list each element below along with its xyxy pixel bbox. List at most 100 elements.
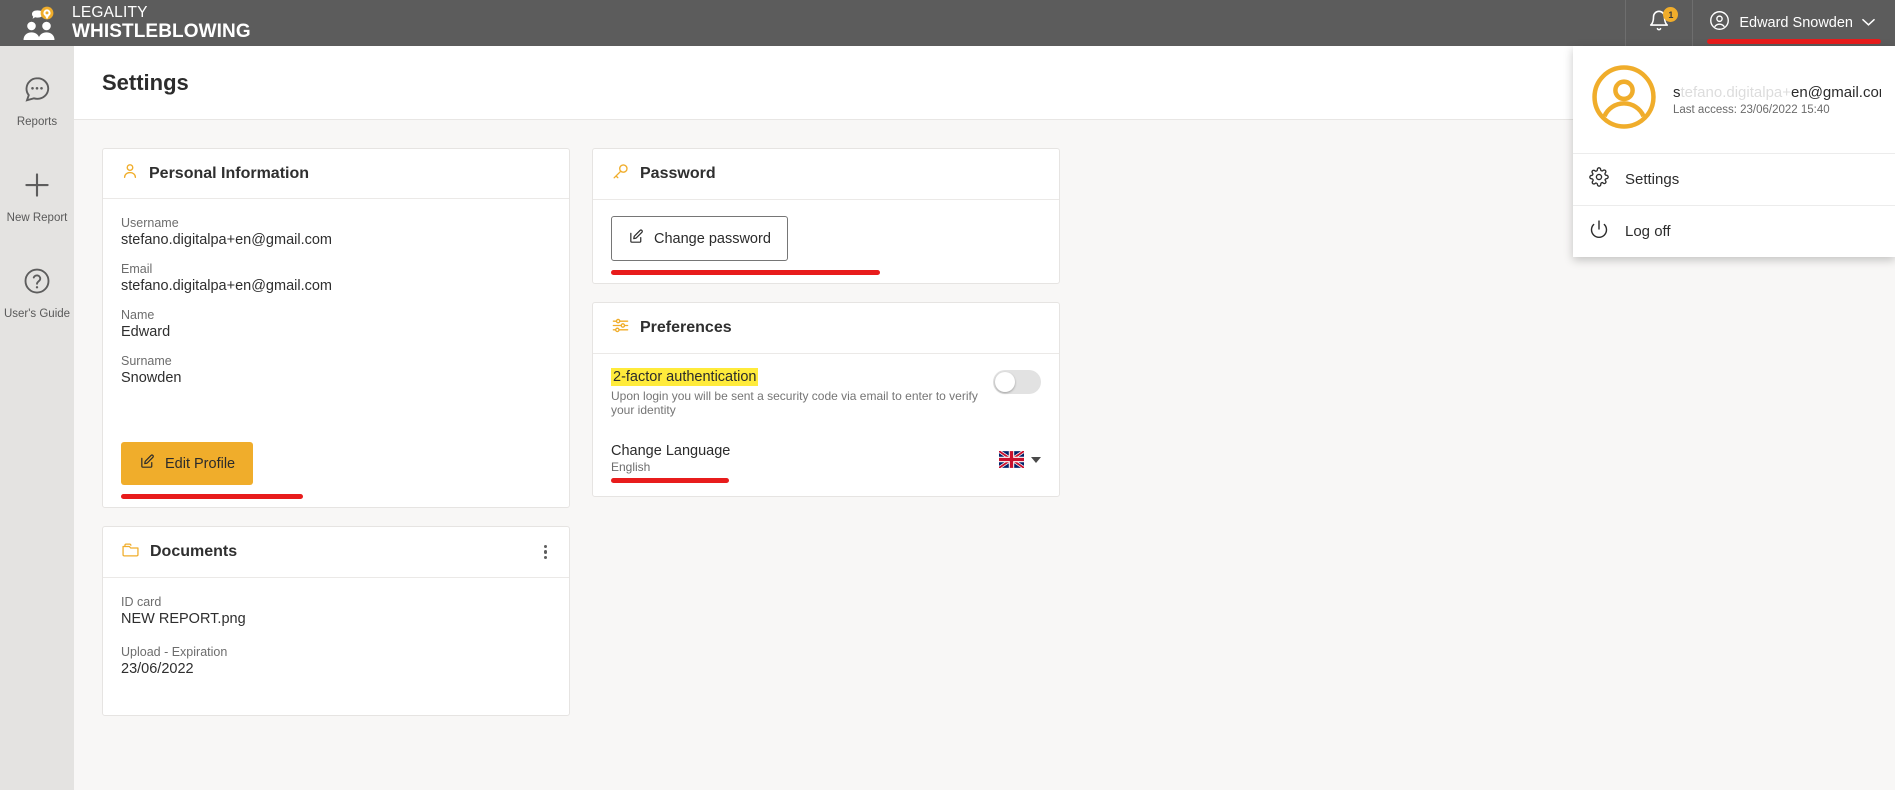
sidebar-label-users-guide: User's Guide xyxy=(3,308,71,320)
chevron-down-icon xyxy=(1862,14,1875,32)
user-name-label: Edward Snowden xyxy=(1739,15,1853,31)
notification-badge: 1 xyxy=(1663,7,1679,22)
edit-profile-label: Edit Profile xyxy=(165,455,236,472)
logo-line-2: WHISTLEBLOWING xyxy=(72,20,251,42)
email-start: s xyxy=(1673,83,1681,101)
documents-card: Documents ID card NEW REPORT.png Upload … xyxy=(102,526,570,716)
field-label-username: Username xyxy=(121,216,179,230)
sidebar-item-reports[interactable]: Reports xyxy=(0,46,74,134)
two-factor-text: 2-factor authentication Upon login you w… xyxy=(611,368,993,417)
page-title: Settings xyxy=(102,69,189,95)
change-language-label: Change Language xyxy=(611,443,731,459)
folder-icon xyxy=(121,540,140,564)
two-factor-label: 2-factor authentication xyxy=(611,368,759,386)
logo-mark-icon xyxy=(22,5,68,41)
top-header: LEGALITY WHISTLEBLOWING 1 Edward Snowden xyxy=(0,0,1895,46)
dropdown-item-settings[interactable]: Settings xyxy=(1573,153,1895,205)
dropdown-user-email: stefano.digitalpa+en@gmail.com xyxy=(1673,84,1881,101)
sidebar-label-reports: Reports xyxy=(16,116,58,128)
dropdown-user-summary: stefano.digitalpa+en@gmail.com Last acce… xyxy=(1573,46,1895,153)
chevron-down-icon xyxy=(1031,456,1041,463)
password-card: Password Change password xyxy=(592,148,1060,284)
header-right-group: 1 Edward Snowden xyxy=(1625,0,1895,46)
field-value-name: Edward xyxy=(121,324,171,340)
sliders-icon xyxy=(611,316,630,340)
field-name: Name Edward xyxy=(121,308,551,340)
person-icon xyxy=(121,162,139,185)
notifications-button[interactable]: 1 xyxy=(1626,0,1692,46)
field-label-surname: Surname xyxy=(121,354,172,368)
email-faded-part: tefano.digitalpa+ xyxy=(1680,83,1792,101)
field-value-surname: Snowden xyxy=(121,370,182,386)
change-language-row: Change Language English xyxy=(593,425,1059,496)
left-sidebar: Reports New Report User's Guide xyxy=(0,46,74,790)
user-menu-button[interactable]: Edward Snowden xyxy=(1693,0,1895,46)
personal-information-title: Personal Information xyxy=(149,164,310,182)
personal-information-body: Username stefano.digitalpa+en@gmail.com … xyxy=(103,199,569,507)
email-end: en@gmail.com xyxy=(1791,83,1881,101)
field-upload-expiration: Upload - Expiration 23/06/2022 xyxy=(121,645,551,677)
field-value-email: stefano.digitalpa+en@gmail.com xyxy=(121,278,332,294)
change-password-row: Change password xyxy=(611,216,880,275)
power-icon xyxy=(1589,219,1609,244)
change-language-value: English xyxy=(611,460,651,474)
avatar xyxy=(1589,62,1659,137)
pencil-square-icon xyxy=(139,453,156,474)
sidebar-item-users-guide[interactable]: User's Guide xyxy=(0,230,74,326)
dropdown-label-settings: Settings xyxy=(1625,171,1680,188)
chat-bubble-icon xyxy=(22,74,52,109)
uk-flag-icon xyxy=(998,449,1025,470)
field-id-card: ID card NEW REPORT.png xyxy=(121,595,551,627)
app-root: LEGALITY WHISTLEBLOWING 1 Edward Snowden… xyxy=(0,0,1895,790)
gear-icon xyxy=(1589,167,1609,192)
language-selector[interactable] xyxy=(998,449,1041,470)
change-language-text: Change Language English xyxy=(611,443,999,483)
documents-body: ID card NEW REPORT.png Upload - Expirati… xyxy=(103,578,569,715)
preferences-card: Preferences 2-factor authentication Upon… xyxy=(592,302,1060,497)
documents-header: Documents xyxy=(103,527,569,578)
sidebar-item-new-report[interactable]: New Report xyxy=(0,134,74,230)
field-surname: Surname Snowden xyxy=(121,354,551,386)
password-title: Password xyxy=(640,165,716,182)
dropdown-label-logoff: Log off xyxy=(1625,223,1671,240)
change-password-button[interactable]: Change password xyxy=(611,216,788,261)
field-value-id-card: NEW REPORT.png xyxy=(121,611,246,627)
app-logo[interactable]: LEGALITY WHISTLEBLOWING xyxy=(22,5,251,41)
user-dropdown-panel: stefano.digitalpa+en@gmail.com Last acce… xyxy=(1573,46,1895,257)
dropdown-last-access: Last access: 23/06/2022 15:40 xyxy=(1673,103,1830,116)
key-icon xyxy=(611,162,630,186)
password-body: Change password xyxy=(593,200,1059,283)
change-password-highlight xyxy=(611,270,880,275)
personal-information-card: Personal Information Username stefano.di… xyxy=(102,148,570,508)
plus-icon xyxy=(22,170,52,205)
left-column: Personal Information Username stefano.di… xyxy=(102,148,570,734)
preferences-header: Preferences xyxy=(593,303,1059,354)
two-factor-toggle[interactable] xyxy=(993,370,1041,394)
question-circle-icon xyxy=(22,266,52,301)
field-email: Email stefano.digitalpa+en@gmail.com xyxy=(121,262,551,294)
field-label-upload-expiration: Upload - Expiration xyxy=(121,645,228,659)
sidebar-label-new-report: New Report xyxy=(6,212,68,224)
toggle-knob xyxy=(995,372,1015,392)
field-label-id-card: ID card xyxy=(121,595,162,609)
pencil-square-icon xyxy=(628,228,645,249)
field-username: Username stefano.digitalpa+en@gmail.com xyxy=(121,216,551,248)
two-factor-description: Upon login you will be sent a security c… xyxy=(611,389,978,417)
edit-profile-button[interactable]: Edit Profile xyxy=(121,442,254,485)
change-language-highlight xyxy=(611,478,729,483)
field-label-email: Email xyxy=(121,262,153,276)
personal-information-header: Personal Information xyxy=(103,149,569,199)
field-value-upload-expiration: 23/06/2022 xyxy=(121,661,194,677)
field-value-username: stefano.digitalpa+en@gmail.com xyxy=(121,232,332,248)
dropdown-user-text: stefano.digitalpa+en@gmail.com Last acce… xyxy=(1659,84,1881,116)
user-circle-icon xyxy=(1709,10,1730,36)
dropdown-item-logoff[interactable]: Log off xyxy=(1573,205,1895,257)
edit-profile-highlight xyxy=(121,494,304,499)
documents-kebab-menu-icon[interactable] xyxy=(540,543,551,562)
right-column: Password Change password Preferences 2-f… xyxy=(592,148,1060,515)
documents-title: Documents xyxy=(150,543,238,560)
two-factor-row: 2-factor authentication Upon login you w… xyxy=(593,354,1059,425)
preferences-title: Preferences xyxy=(640,319,732,336)
edit-profile-row: Edit Profile xyxy=(121,442,304,499)
logo-line-1: LEGALITY xyxy=(72,4,148,22)
